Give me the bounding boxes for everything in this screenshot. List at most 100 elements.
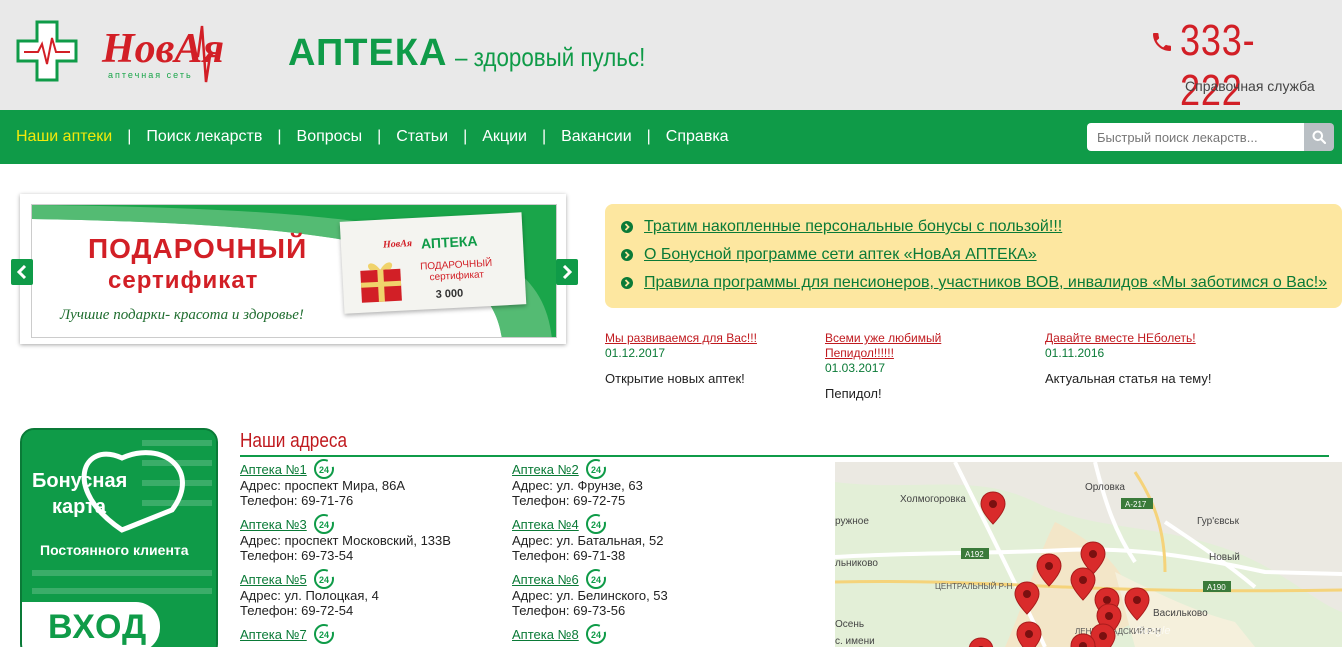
card-title-line2: сертификат <box>429 269 485 284</box>
nav-item-questions[interactable]: Вопросы <box>297 128 363 146</box>
pharmacy-item: Аптека №2 24 Адрес: ул. Фрунзе, 63 Телеф… <box>512 459 782 508</box>
news-text: Актуальная статья на тему! <box>1045 371 1212 386</box>
banner-subtitle: сертификат <box>108 267 259 294</box>
pharmacy-link[interactable]: Аптека №6 <box>512 572 579 587</box>
svg-text:24: 24 <box>319 465 329 475</box>
nav-item-help[interactable]: Справка <box>666 128 729 146</box>
phone-number[interactable]: 333-222 <box>1180 16 1313 116</box>
promo-item: Правила программы для пенсионеров, участ… <box>620 274 1327 292</box>
news-text: Пепидол! <box>825 386 882 401</box>
promo-item: Тратим накопленные персональные бонусы с… <box>620 218 1062 236</box>
road-label: A190 <box>1207 583 1226 592</box>
24h-badge-icon: 24 <box>585 459 606 479</box>
svg-text:24: 24 <box>319 520 329 530</box>
pharmacy-phone: Телефон: 69-73-56 <box>512 603 626 618</box>
map-label: ЦЕНТРАЛЬНЫЙ Р-Н <box>935 582 1013 591</box>
bonus-promo-box: Тратим накопленные персональные бонусы с… <box>605 204 1342 308</box>
certificate-card-image: НовАя АПТЕКА ПОДАРОЧНЫЙ сертификат 3 000 <box>339 212 527 314</box>
news-title[interactable]: Мы развиваемся для Вас!!! <box>605 331 805 346</box>
news-text: Открытие новых аптек! <box>605 371 745 386</box>
promo-item: О Бонусной программе сети аптек «НовАя А… <box>620 246 1037 264</box>
banner-next-button[interactable] <box>556 259 578 285</box>
card-title: ПОДАРОЧНЫЙ сертификат <box>420 258 493 284</box>
news-item: Давайте вместе НЕболеть! 01.11.2016 Акту… <box>1045 331 1245 386</box>
nav-separator: | <box>377 128 382 145</box>
banner-title: ПОДАРОЧНЫЙ <box>88 233 308 264</box>
map-label: Гур'євськ <box>1197 516 1240 527</box>
pharmacy-link[interactable]: Аптека №2 <box>512 462 579 477</box>
promo-link-program-rules[interactable]: Правила программы для пенсионеров, участ… <box>644 274 1327 292</box>
news-date: 01.12.2017 <box>605 346 666 360</box>
pharmacy-item: Аптека №5 24 Адрес: ул. Полоцкая, 4 Теле… <box>240 569 510 618</box>
addresses-divider <box>240 455 1329 457</box>
bonus-card-title-2: карта <box>52 496 107 518</box>
pharmacy-address: Адрес: ул. Фрунзе, 63 <box>512 478 643 493</box>
site-header: НовАя аптечная сеть АПТЕКА – здоровый пу… <box>0 0 1342 115</box>
map-label: Новый <box>1209 552 1240 563</box>
pharmacy-item: Аптека №1 24 Адрес: проспект Мира, 86А Т… <box>240 459 510 508</box>
nav-item-our-pharmacies[interactable]: Наши аптеки <box>16 128 112 146</box>
gift-box-icon <box>360 262 402 303</box>
pharmacy-link[interactable]: Аптека №5 <box>240 572 307 587</box>
24h-badge-icon: 24 <box>313 624 334 644</box>
banner-slogan: Лучшие подарки- красота и здоровье! <box>60 307 304 323</box>
nav-separator: | <box>127 128 132 145</box>
pharmacy-item: Аптека №7 24 <box>240 624 510 644</box>
brand-slogan: – здоровый пульс! <box>455 42 646 72</box>
news-title[interactable]: Давайте вместе НЕболеть! <box>1045 331 1245 346</box>
gift-certificate-banner[interactable]: ПОДАРОЧНЫЙ сертификат Лучшие подарки- кр… <box>31 204 557 338</box>
24h-badge-icon: 24 <box>585 514 606 534</box>
search-icon <box>1312 130 1326 144</box>
svg-text:24: 24 <box>319 630 329 640</box>
brand-apteka-title: АПТЕКА <box>288 32 448 74</box>
addresses-title: Наши адреса <box>240 430 348 452</box>
arrow-circle-icon <box>621 249 633 261</box>
pharmacy-item: Аптека №8 24 <box>512 624 782 644</box>
card-amount: 3 000 <box>435 287 464 301</box>
news-date: 01.11.2016 <box>1045 346 1105 360</box>
phone-caption: Справочная служба <box>1185 78 1315 94</box>
pharmacy-link[interactable]: Аптека №1 <box>240 462 307 477</box>
pharmacy-address: Адрес: проспект Московский, 133В <box>240 533 451 548</box>
news-title[interactable]: Всеми уже любимый Пепидол!!!!!! <box>825 331 975 361</box>
promo-link-bonus-program[interactable]: О Бонусной программе сети аптек «НовАя А… <box>644 246 1037 264</box>
24h-badge-icon: 24 <box>313 514 334 534</box>
pharmacy-map[interactable]: Холмогоровка Орловка Гур'євськ ружное Но… <box>835 462 1342 647</box>
svg-text:24: 24 <box>591 465 601 475</box>
map-label: с. имени <box>835 636 875 647</box>
nav-item-promotions[interactable]: Акции <box>482 128 527 146</box>
nav-item-articles[interactable]: Статьи <box>396 128 448 146</box>
bonus-login-button[interactable]: ВХОД <box>22 602 160 647</box>
arrow-circle-icon <box>621 221 633 233</box>
nav-item-vacancies[interactable]: Вакансии <box>561 128 632 146</box>
banner-prev-button[interactable] <box>11 259 33 285</box>
bonus-card-login[interactable]: Бонусная карта Постоянного клиента ВХОД <box>20 428 218 647</box>
news-item: Мы развиваемся для Вас!!! 01.12.2017 Отк… <box>605 331 805 386</box>
nav-separator: | <box>646 128 651 145</box>
svg-text:24: 24 <box>319 575 329 585</box>
pharmacy-item: Аптека №3 24 Адрес: проспект Московский,… <box>240 514 510 563</box>
nav-item-drug-search[interactable]: Поиск лекарств <box>146 128 262 146</box>
pharmacy-item: Аптека №4 24 Адрес: ул. Батальная, 52 Те… <box>512 514 782 563</box>
drug-search-input[interactable] <box>1087 123 1305 151</box>
pharmacy-link[interactable]: Аптека №8 <box>512 627 579 642</box>
promo-link-spend-bonuses[interactable]: Тратим накопленные персональные бонусы с… <box>644 218 1062 236</box>
map-label: льниково <box>835 558 878 569</box>
search-button[interactable] <box>1304 123 1334 151</box>
road-label: A-217 <box>1125 500 1147 509</box>
pharmacy-cross-icon[interactable] <box>16 20 78 82</box>
nav-separator: | <box>541 128 547 145</box>
chevron-right-icon <box>562 265 573 279</box>
pharmacy-item: Аптека №6 24 Адрес: ул. Белинского, 53 Т… <box>512 569 782 618</box>
pharmacy-address: Адрес: ул. Батальная, 52 <box>512 533 664 548</box>
pharmacy-link[interactable]: Аптека №7 <box>240 627 307 642</box>
card-brand: АПТЕКА <box>420 232 478 252</box>
bonus-card-title: Бонусная <box>32 470 128 492</box>
pharmacy-link[interactable]: Аптека №4 <box>512 517 579 532</box>
map-label: Орловка <box>1085 482 1125 493</box>
bonus-card-subtitle: Постоянного клиента <box>40 542 189 558</box>
pharmacy-address: Адрес: ул. Полоцкая, 4 <box>240 588 379 603</box>
pharmacy-link[interactable]: Аптека №3 <box>240 517 307 532</box>
map-label: Васильково <box>1153 608 1208 619</box>
24h-badge-icon: 24 <box>585 569 606 589</box>
